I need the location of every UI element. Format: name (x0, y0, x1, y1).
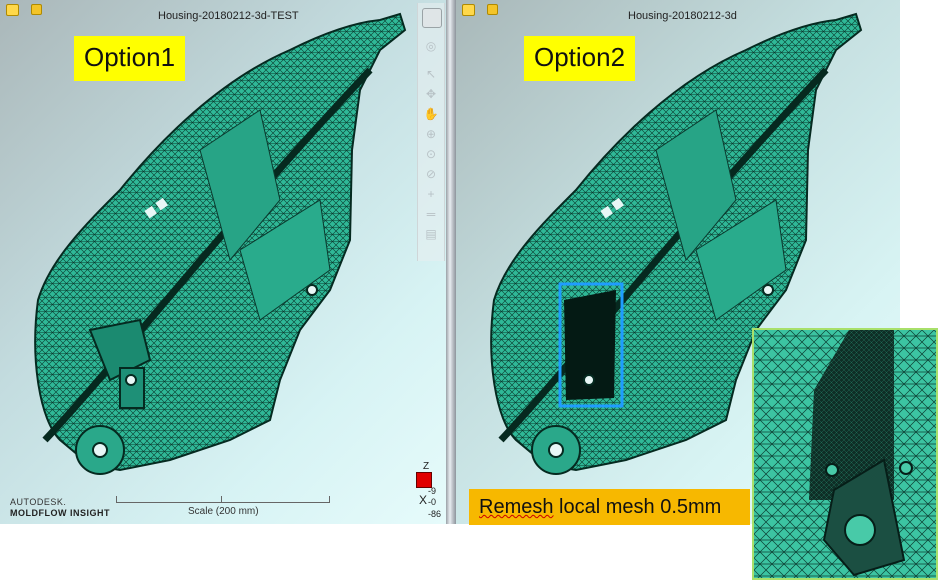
axis-x-label: X (419, 493, 428, 507)
hand-icon[interactable]: ✋ (422, 105, 440, 123)
zoom-inset-mesh (752, 328, 938, 580)
view-toolbar: ◎ ↖ ✥ ✋ ⊕ ⊙ ⊘ + ═ ▤ (417, 3, 445, 261)
scale-label: Scale (200 mm) (188, 506, 259, 517)
zoom-icon[interactable]: ⊘ (422, 165, 440, 183)
clipboard-icon[interactable]: ▤ (422, 225, 440, 243)
measure-icon[interactable]: ═ (422, 205, 440, 223)
axis-value: -0 (428, 497, 437, 507)
pan-move-icon[interactable]: ✥ (422, 85, 440, 103)
zoom-window-icon[interactable]: ⊙ (422, 145, 440, 163)
moldflow-logo-text: MOLDFLOW INSIGHT (10, 508, 110, 518)
pane-divider[interactable] (446, 0, 456, 524)
remesh-annotation: Remesh local mesh 0.5mm (469, 489, 750, 525)
left-viewport[interactable]: Housing-20180212-3d-TEST Option1 ◎ ↖ ✥ ✋… (0, 0, 446, 524)
housing-mesh-model-left[interactable] (0, 0, 446, 524)
scale-bar (116, 496, 330, 503)
remesh-word: Remesh (479, 496, 554, 518)
orbit-ring-icon[interactable]: ◎ (422, 37, 440, 55)
axis-value: -9 (428, 486, 437, 496)
remesh-rest: local mesh 0.5mm (553, 496, 722, 518)
inset-mesh-detail (754, 330, 936, 578)
axis-value: -86 (428, 509, 442, 519)
view-cube-icon[interactable] (422, 8, 442, 28)
axis-z-label: Z (423, 461, 430, 472)
select-arrow-icon[interactable]: ↖ (422, 65, 440, 83)
autodesk-logo-text: AUTODESK. (10, 497, 67, 507)
zoom-plus-icon[interactable]: ⊕ (422, 125, 440, 143)
center-icon[interactable]: + (422, 185, 440, 203)
scale-bar-tick (221, 496, 222, 502)
